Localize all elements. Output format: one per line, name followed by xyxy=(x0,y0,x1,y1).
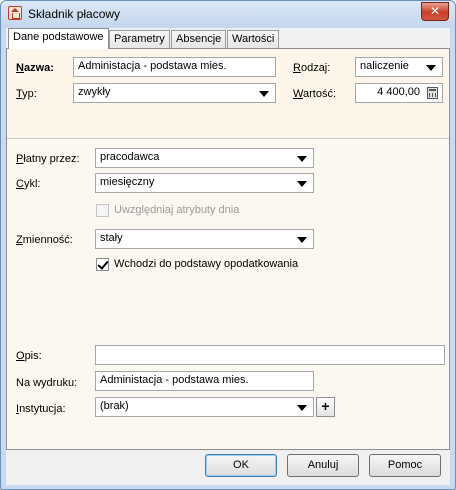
rodzaj-value: naliczenie xyxy=(360,60,409,72)
tab-parametry[interactable]: Parametry xyxy=(109,30,170,48)
na-wydruku-label: Na wydruku: xyxy=(16,377,78,389)
title-bar[interactable]: Składnik płacowy ✕ xyxy=(1,1,455,28)
platny-przez-combo[interactable]: pracodawca xyxy=(95,148,314,168)
dialog-window: Składnik płacowy ✕ Dane podstawowe Param… xyxy=(0,0,456,490)
instytucja-label: Instytucja: xyxy=(16,403,66,415)
close-button[interactable]: ✕ xyxy=(421,2,449,21)
wartosc-value: 4 400,00 xyxy=(377,86,420,98)
cykl-combo[interactable]: miesięczny xyxy=(95,173,314,193)
plus-icon: + xyxy=(321,398,330,414)
uwzgledniaj-checkbox[interactable] xyxy=(96,204,109,217)
help-button[interactable]: Pomoc xyxy=(369,454,441,477)
wchodzi-checkbox[interactable] xyxy=(96,258,109,271)
calculator-icon[interactable] xyxy=(427,87,438,99)
nazwa-label-rest: azwa: xyxy=(23,62,54,74)
tab-dane-podstawowe[interactable]: Dane podstawowe xyxy=(8,28,109,49)
wartosc-label: Wartość: xyxy=(293,88,336,100)
chevron-down-icon xyxy=(297,181,307,187)
app-icon xyxy=(8,6,22,20)
tab-strip: Dane podstawowe Parametry Absencje Warto… xyxy=(6,28,450,50)
platny-przez-value: pracodawca xyxy=(100,151,160,163)
wartosc-input[interactable]: 4 400,00 xyxy=(355,83,443,103)
na-wydruku-input[interactable]: Administacja - podstawa mies. xyxy=(95,371,314,391)
tab-absencje[interactable]: Absencje xyxy=(171,30,227,48)
wchodzi-label: Wchodzi do podstawy opodatkowania xyxy=(114,258,299,270)
cancel-button[interactable]: Anuluj xyxy=(287,454,359,477)
cykl-label: Cykl: xyxy=(16,178,41,190)
uwzgledniaj-label: Uwzględniaj atrybuty dnia xyxy=(114,204,240,216)
zmiennosc-combo[interactable]: stały xyxy=(95,229,314,249)
tab-wartosci[interactable]: Wartości xyxy=(227,30,280,48)
opis-label: Opis: xyxy=(16,350,42,362)
opis-input[interactable] xyxy=(95,345,445,365)
instytucja-combo[interactable]: (brak) xyxy=(95,397,314,417)
ok-button[interactable]: OK xyxy=(205,454,277,477)
rodzaj-combo[interactable]: naliczenie xyxy=(355,57,443,77)
na-wydruku-value: Administacja - podstawa mies. xyxy=(100,374,249,386)
chevron-down-icon xyxy=(297,405,307,411)
chevron-down-icon xyxy=(426,65,436,71)
nazwa-label: Nazwa: xyxy=(16,62,54,74)
basic-section: Nazwa: Administacja - podstawa mies. Rod… xyxy=(7,49,449,139)
window-title: Składnik płacowy xyxy=(28,7,121,21)
nazwa-value: Administacja - podstawa mies. xyxy=(78,60,227,72)
tab-page-dane-podstawowe: Nazwa: Administacja - podstawa mies. Rod… xyxy=(6,48,450,450)
chevron-down-icon xyxy=(259,91,269,97)
typ-combo[interactable]: zwykły xyxy=(73,83,276,103)
dialog-client: Dane podstawowe Parametry Absencje Warto… xyxy=(6,28,450,485)
instytucja-value: (brak) xyxy=(100,400,129,412)
zmiennosc-value: stały xyxy=(100,232,123,244)
platny-przez-label: Płatny przez: xyxy=(16,153,80,165)
chevron-down-icon xyxy=(297,237,307,243)
details-section: Płatny przez: pracodawca Cykl: miesięczn… xyxy=(7,140,449,449)
add-instytucja-button[interactable]: + xyxy=(316,397,335,417)
close-icon: ✕ xyxy=(429,4,441,18)
typ-value: zwykły xyxy=(78,86,111,98)
typ-label: Typ: xyxy=(16,88,37,100)
rodzaj-label: Rodzaj: xyxy=(293,62,331,74)
nazwa-input[interactable]: Administacja - podstawa mies. xyxy=(73,57,276,77)
zmiennosc-label: Zmienność: xyxy=(16,234,73,246)
chevron-down-icon xyxy=(297,156,307,162)
cykl-value: miesięczny xyxy=(100,176,155,188)
